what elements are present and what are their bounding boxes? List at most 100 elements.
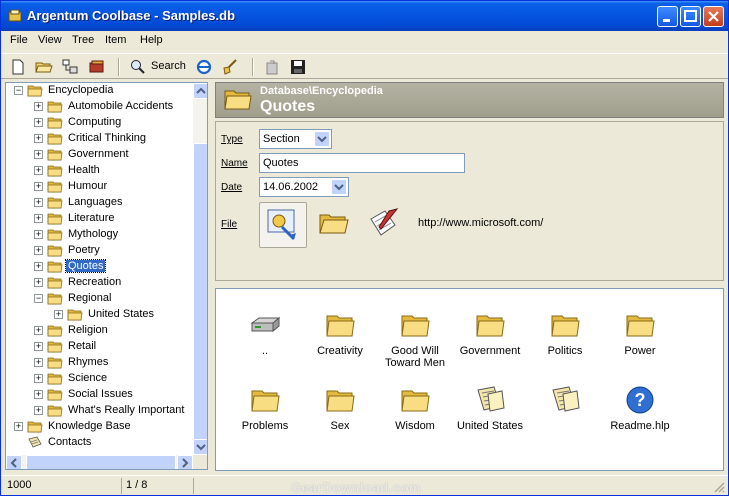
expand-icon[interactable]: + — [34, 390, 43, 399]
list-item[interactable]: .. — [228, 309, 302, 357]
list-item[interactable]: Problems — [228, 384, 302, 432]
expand-icon[interactable]: + — [34, 246, 43, 255]
tree-item-label: Literature — [68, 212, 115, 224]
tree-item-label: Retail — [68, 340, 97, 352]
expand-icon[interactable]: + — [14, 422, 23, 431]
menu-tree[interactable]: Tree — [72, 34, 94, 46]
browser-icon[interactable] — [195, 58, 213, 76]
item-list[interactable]: .. Creativity Good Will Toward Men Governme… — [215, 288, 724, 471]
minimize-button[interactable] — [657, 6, 678, 27]
type-dropdown-button[interactable] — [314, 131, 330, 147]
close-button[interactable] — [703, 6, 724, 27]
save-icon[interactable] — [289, 58, 307, 76]
toolbar: Search — [1, 53, 728, 79]
scroll-down-button[interactable] — [193, 439, 207, 455]
date-dropdown-button[interactable] — [331, 179, 347, 195]
folder-icon — [326, 315, 355, 337]
open-folder-icon[interactable] — [35, 58, 53, 76]
tree-item-label: Automobile Accidents — [68, 100, 174, 112]
expand-icon[interactable]: + — [34, 278, 43, 287]
broom-icon[interactable] — [221, 58, 239, 76]
list-item[interactable]: Power — [603, 309, 677, 357]
chevron-down-icon — [334, 184, 344, 191]
collapse-icon[interactable]: − — [14, 86, 23, 95]
tree-horizontal-scrollbar[interactable] — [6, 455, 193, 469]
date-picker[interactable]: 14.06.2002 — [259, 177, 349, 197]
scroll-left-button[interactable] — [6, 455, 22, 469]
maximize-button[interactable] — [680, 6, 701, 27]
expand-icon[interactable]: + — [34, 342, 43, 351]
search-button[interactable]: Search — [151, 60, 186, 72]
expand-icon[interactable]: + — [34, 102, 43, 111]
new-document-icon[interactable] — [9, 58, 27, 76]
expand-icon[interactable]: + — [34, 262, 43, 271]
folder-icon — [476, 315, 505, 337]
list-item[interactable]: United States — [453, 384, 527, 432]
edit-note-icon[interactable] — [367, 207, 401, 239]
tree-item-label: Encyclopedia — [48, 84, 114, 96]
toolbar-separator — [252, 58, 254, 76]
section-header: Database\Encyclopedia Quotes — [215, 82, 724, 118]
list-item[interactable]: ? Readme.hlp — [603, 384, 677, 432]
tree-item-label: Quotes — [64, 259, 107, 273]
list-item-label: .. — [261, 345, 269, 357]
expand-icon[interactable]: + — [34, 198, 43, 207]
list-item[interactable]: Creativity — [303, 309, 377, 357]
list-item[interactable]: Sex — [303, 384, 377, 432]
scroll-up-button[interactable] — [193, 83, 207, 99]
search-icon[interactable] — [129, 58, 147, 76]
tree-view-icon[interactable] — [61, 58, 79, 76]
type-value: Section — [263, 133, 300, 145]
expand-icon[interactable]: + — [34, 326, 43, 335]
folder-icon — [47, 325, 63, 337]
menu-file[interactable]: File — [10, 34, 28, 46]
name-input[interactable] — [260, 154, 464, 172]
folder-tree[interactable]: − Encyclopedia + Automobile Accidents + Compu… — [5, 82, 208, 470]
type-select[interactable]: Section — [259, 129, 332, 149]
folder-icon — [27, 421, 43, 433]
expand-icon[interactable]: + — [34, 182, 43, 191]
menu-item[interactable]: Item — [105, 34, 126, 46]
folder-icon — [47, 181, 63, 193]
folder-icon — [47, 229, 63, 241]
tree-item-label: United States — [88, 308, 155, 320]
list-item[interactable]: Wisdom — [378, 384, 452, 432]
expand-icon[interactable]: + — [34, 214, 43, 223]
books-icon[interactable] — [88, 58, 106, 76]
name-field[interactable] — [259, 153, 465, 173]
horizontal-scroll-thumb[interactable] — [26, 455, 176, 469]
folder-icon — [47, 261, 63, 273]
expand-icon[interactable]: + — [34, 374, 43, 383]
title-bar[interactable]: Argentum Coolbase - Samples.db — [1, 1, 728, 31]
scroll-right-button[interactable] — [177, 455, 193, 469]
expand-icon[interactable]: + — [34, 230, 43, 239]
expand-icon[interactable]: + — [34, 118, 43, 127]
list-item[interactable]: Good Will Toward Men — [378, 309, 452, 369]
expand-icon[interactable]: + — [34, 150, 43, 159]
expand-icon[interactable]: + — [34, 134, 43, 143]
date-label: Date — [221, 182, 243, 193]
collapse-icon[interactable]: − — [34, 294, 43, 303]
menu-help[interactable]: Help — [140, 34, 163, 46]
folder-icon — [47, 101, 63, 113]
properties-panel: Type Section Name Date 14.06.2002 File — [215, 121, 724, 281]
list-item[interactable]: Government — [453, 309, 527, 357]
browse-folder-icon[interactable] — [319, 210, 349, 236]
tree-vertical-scrollbar[interactable] — [193, 83, 207, 455]
file-launch-button[interactable] — [259, 202, 307, 248]
file-url[interactable]: http://www.microsoft.com/ — [418, 217, 543, 229]
menu-bar: File View Tree Item Help — [1, 31, 728, 51]
expand-icon[interactable]: + — [34, 358, 43, 367]
minimize-icon — [663, 19, 670, 22]
expand-icon[interactable]: + — [34, 406, 43, 415]
expand-icon[interactable]: + — [54, 310, 63, 319]
scroll-thumb[interactable] — [193, 143, 207, 443]
menu-view[interactable]: View — [38, 34, 62, 46]
svg-text:?: ? — [635, 390, 646, 410]
list-item[interactable]: Politics — [528, 309, 602, 357]
resize-grip-icon[interactable] — [712, 480, 726, 494]
list-item-label: Politics — [547, 345, 583, 357]
expand-icon[interactable]: + — [34, 166, 43, 175]
properties-icon[interactable] — [263, 58, 281, 76]
list-item[interactable] — [528, 384, 602, 420]
